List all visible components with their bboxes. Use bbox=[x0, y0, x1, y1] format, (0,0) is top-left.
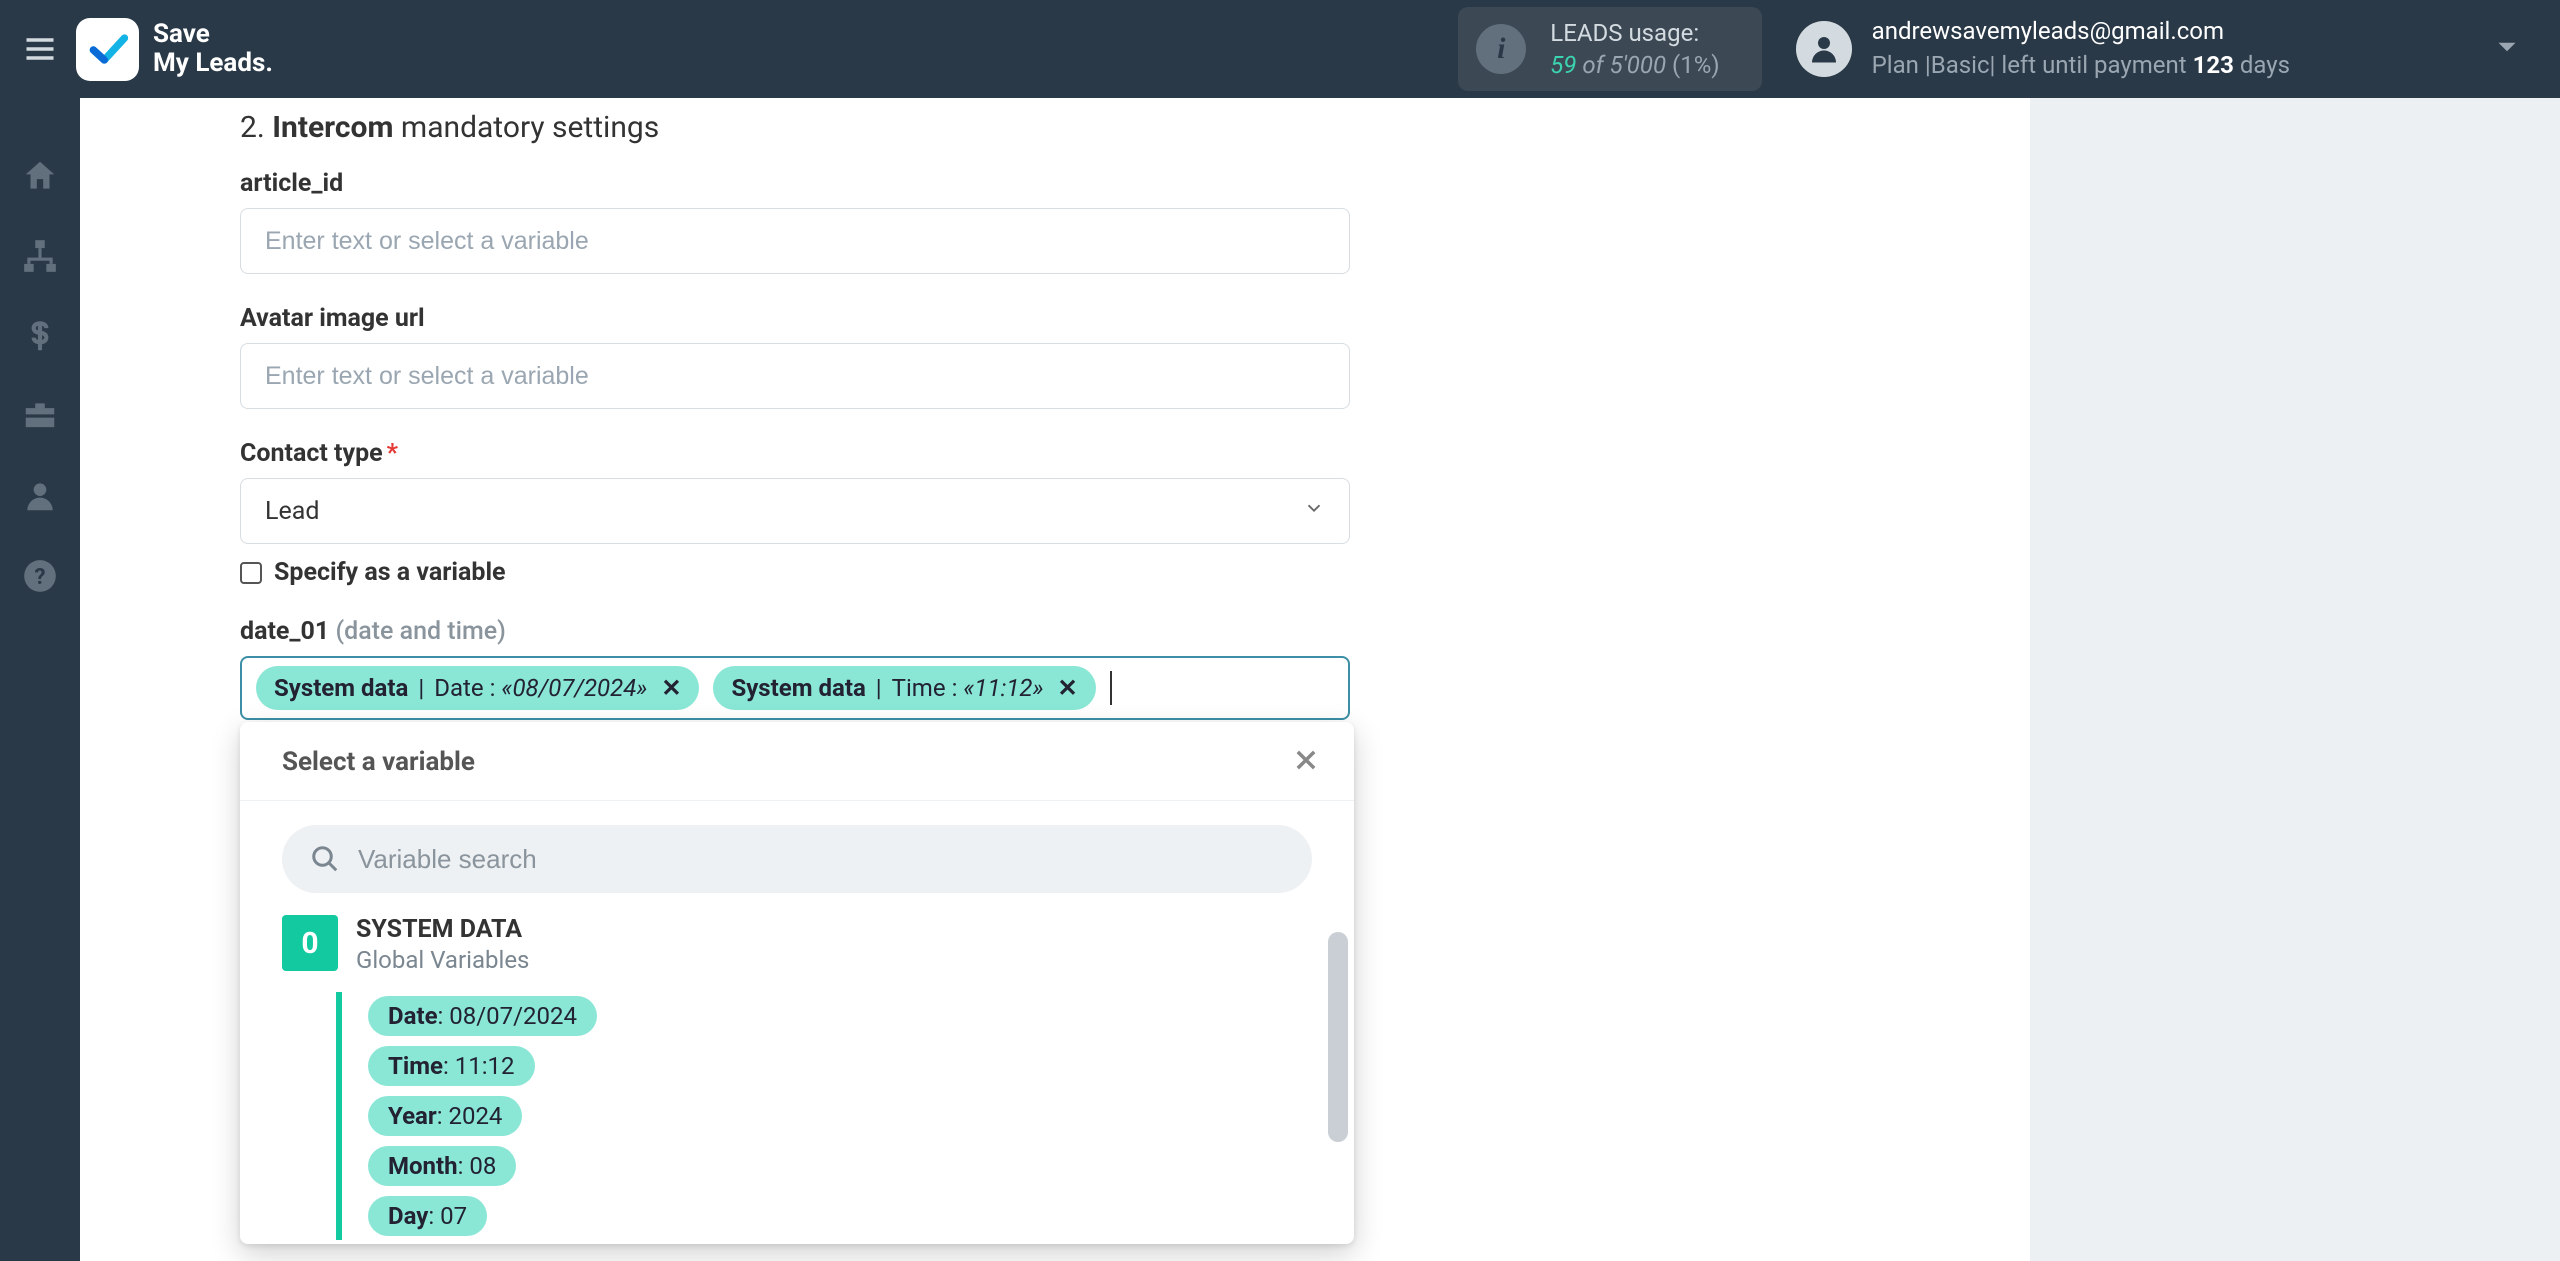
label-date01: date_01 (date and time) bbox=[240, 617, 1360, 646]
top-bar: Save My Leads. i LEADS usage: 59 of 5'00… bbox=[0, 0, 2560, 98]
chevron-down-icon bbox=[1303, 497, 1325, 526]
user-email: andrewsavemyleads@gmail.com bbox=[1872, 15, 2290, 49]
variable-option[interactable]: Day: 07 bbox=[368, 1196, 487, 1236]
logo[interactable]: Save My Leads. bbox=[76, 18, 273, 81]
group-subtitle: Global Variables bbox=[356, 946, 529, 974]
section-title: 2. Intercom mandatory settings bbox=[240, 110, 1360, 145]
menu-toggle[interactable] bbox=[18, 27, 62, 71]
label-contact-type: Contact type* bbox=[240, 439, 1360, 468]
variable-list: Date: 08/07/2024 Time: 11:12 Year: 2024 … bbox=[336, 992, 597, 1240]
group-index-badge: 0 bbox=[282, 915, 338, 971]
input-avatar-url[interactable] bbox=[240, 343, 1350, 409]
close-icon[interactable] bbox=[1292, 746, 1320, 778]
remove-tag-icon[interactable]: ✕ bbox=[661, 674, 681, 702]
variable-search[interactable] bbox=[282, 825, 1312, 893]
usage-value: 59 of 5'000 (1%) bbox=[1550, 49, 1719, 81]
label-article-id: article_id bbox=[240, 169, 1360, 198]
home-icon[interactable] bbox=[18, 154, 62, 198]
variable-option[interactable]: Month: 08 bbox=[368, 1146, 516, 1186]
variable-option[interactable]: Date: 08/07/2024 bbox=[368, 996, 597, 1036]
label-avatar-url: Avatar image url bbox=[240, 304, 1360, 333]
user-icon[interactable] bbox=[18, 474, 62, 518]
input-date01[interactable]: System data|Date: «08/07/2024»✕ System d… bbox=[240, 656, 1350, 720]
variable-option[interactable]: Year: 2024 bbox=[368, 1096, 522, 1136]
text-caret bbox=[1110, 671, 1112, 705]
variable-search-input[interactable] bbox=[358, 844, 1284, 875]
remove-tag-icon[interactable]: ✕ bbox=[1058, 674, 1078, 702]
variable-tag[interactable]: System data|Date: «08/07/2024»✕ bbox=[256, 666, 699, 710]
leads-usage-box: i LEADS usage: 59 of 5'000 (1%) bbox=[1458, 7, 1761, 92]
checkbox-input[interactable] bbox=[240, 562, 262, 584]
usage-label: LEADS usage: bbox=[1550, 17, 1719, 49]
help-icon[interactable]: ? bbox=[18, 554, 62, 598]
checkbox-specify-variable[interactable]: Specify as a variable bbox=[240, 558, 1360, 587]
variable-group[interactable]: 0 SYSTEM DATA Global Variables bbox=[240, 915, 1354, 974]
dropdown-title: Select a variable bbox=[282, 747, 475, 777]
avatar-icon bbox=[1796, 21, 1852, 77]
logo-badge bbox=[76, 18, 139, 81]
variable-dropdown: Select a variable 0 SYSTEM DATA Global V… bbox=[240, 722, 1354, 1244]
user-plan: Plan |Basic| left until payment 123 days bbox=[1872, 49, 2290, 83]
dollar-icon[interactable] bbox=[18, 314, 62, 358]
briefcase-icon[interactable] bbox=[18, 394, 62, 438]
svg-text:?: ? bbox=[34, 564, 45, 590]
scrollbar[interactable] bbox=[1328, 932, 1348, 1142]
logo-text: Save My Leads. bbox=[153, 20, 273, 77]
variable-tag[interactable]: System data|Time: «11:12»✕ bbox=[713, 666, 1095, 710]
sidebar: ? bbox=[0, 98, 80, 1261]
search-icon bbox=[310, 844, 340, 874]
select-contact-type[interactable]: Lead bbox=[240, 478, 1350, 544]
info-icon: i bbox=[1476, 24, 1526, 74]
settings-card: 2. Intercom mandatory settings article_i… bbox=[80, 98, 2030, 1261]
sitemap-icon[interactable] bbox=[18, 234, 62, 278]
variable-option[interactable]: Time: 11:12 bbox=[368, 1046, 535, 1086]
chevron-down-icon bbox=[2490, 30, 2524, 68]
input-article-id[interactable] bbox=[240, 208, 1350, 274]
user-menu[interactable]: andrewsavemyleads@gmail.com Plan |Basic|… bbox=[1796, 15, 2524, 82]
group-title: SYSTEM DATA bbox=[356, 915, 529, 944]
